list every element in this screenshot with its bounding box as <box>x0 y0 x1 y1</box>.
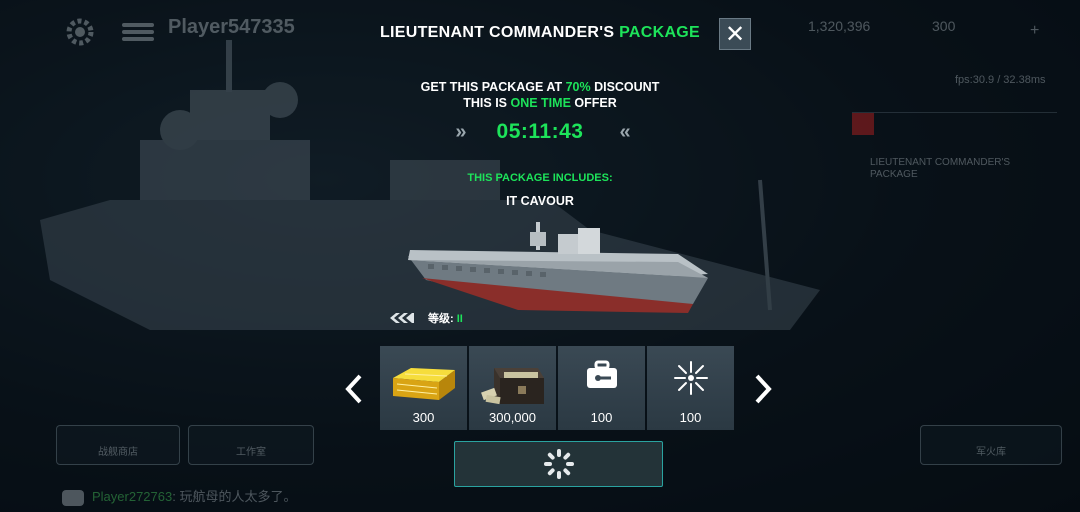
gold-bars-icon <box>392 368 455 400</box>
item-starburst-amount: 100 <box>679 410 702 425</box>
item-toolbox[interactable]: 100 <box>558 346 645 430</box>
arsenal-label: 军火库 <box>976 447 1006 458</box>
discount-suffix: DISCOUNT <box>590 80 660 94</box>
includes-label: THIS PACKAGE INCLUDES: <box>467 172 613 184</box>
one-time-line: THIS IS ONE TIME OFFER <box>0 95 1080 111</box>
aircraft-carrier-image <box>408 222 708 313</box>
package-title-accent: PACKAGE <box>619 24 701 41</box>
chat-user: Player272763 <box>92 489 173 504</box>
chat-line: Player272763: 玩航母的人太多了。 <box>62 486 296 506</box>
arsenal-button: 军火库 <box>920 425 1062 465</box>
item-gold[interactable]: 300 <box>380 346 467 430</box>
tier-value: II <box>456 313 463 325</box>
starburst-icon <box>673 361 708 395</box>
item-starburst[interactable]: 100 <box>647 346 734 430</box>
warship-shop-label: 战舰商店 <box>98 447 138 458</box>
chevron-left-icon <box>345 374 362 404</box>
loading-spinner-icon <box>543 449 574 479</box>
discount-value: 70% <box>565 80 591 94</box>
offer-accent: ONE TIME <box>510 96 571 110</box>
purchase-button[interactable] <box>454 441 663 487</box>
chat-icon <box>62 489 84 506</box>
warship-shop-button: 战舰商店 <box>56 425 180 465</box>
discount-prefix: GET THIS PACKAGE AT <box>420 80 566 94</box>
tier-row: 等级: II <box>390 310 463 326</box>
prev-items-button[interactable] <box>342 372 366 406</box>
workshop-button: 工作室 <box>188 425 314 465</box>
item-toolbox-amount: 100 <box>590 410 613 425</box>
ship-name: IT CAVOUR <box>506 194 574 208</box>
close-button[interactable]: ✕ <box>719 18 751 50</box>
rank-chevrons-icon <box>390 313 414 323</box>
offer-suffix: OFFER <box>570 96 617 110</box>
package-title-main: LIEUTENANT COMMANDER'S <box>379 24 620 41</box>
package-title: LIEUTENANT COMMANDER'S PACKAGE <box>0 24 1080 42</box>
package-items: 300 300,000 100 100 <box>380 346 734 430</box>
workshop-label: 工作室 <box>236 447 266 458</box>
item-gold-amount: 300 <box>412 410 435 425</box>
countdown-timer: 05:11:43 <box>496 120 584 143</box>
toolbox-icon <box>586 360 617 388</box>
discount-text: GET THIS PACKAGE AT 70% DISCOUNT THIS IS… <box>0 79 1080 111</box>
countdown-row: » 05:11:43 « <box>0 120 1080 144</box>
money-chest-icon <box>480 368 544 405</box>
item-money-amount: 300,000 <box>489 410 536 425</box>
chevron-right-double-icon: » <box>455 120 466 143</box>
chevron-left-double-icon: « <box>619 120 630 143</box>
next-items-button[interactable] <box>751 372 775 406</box>
chat-message: : 玩航母的人太多了。 <box>172 489 297 504</box>
offer-prefix: THIS IS <box>463 96 511 110</box>
close-icon: ✕ <box>724 20 746 48</box>
tier-label: 等级: <box>428 313 454 325</box>
tier-label-group: 等级: II <box>428 310 463 326</box>
chevron-right-icon <box>755 374 772 404</box>
item-money[interactable]: 300,000 <box>469 346 556 430</box>
discount-line: GET THIS PACKAGE AT 70% DISCOUNT <box>0 79 1080 95</box>
